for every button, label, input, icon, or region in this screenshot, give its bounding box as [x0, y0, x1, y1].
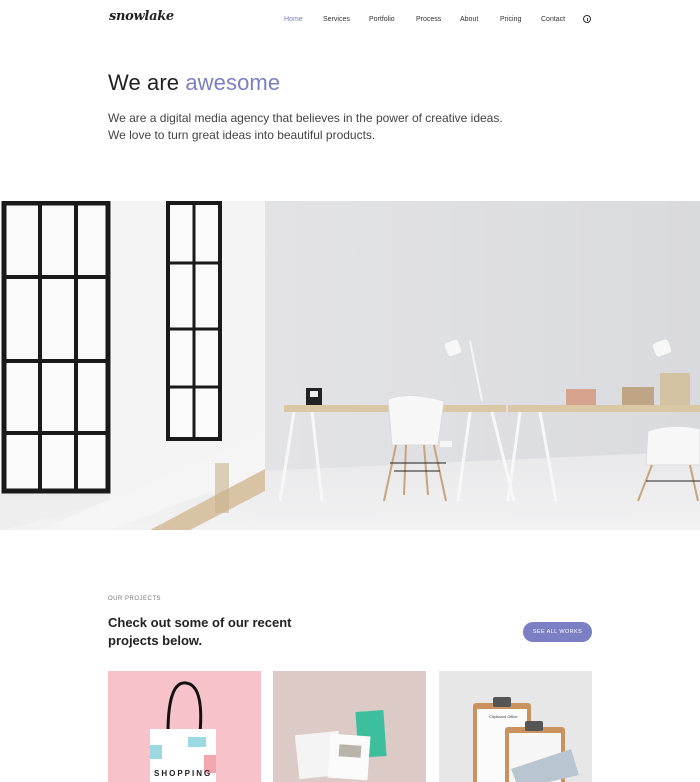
projects-title: Check out some of our recent projects be…	[108, 615, 292, 648]
brand-logo[interactable]: snowlake	[109, 9, 174, 24]
nav-links: Home Services Portfolio Process About Pr…	[284, 16, 581, 23]
top-navbar: snowlake Home Services Portfolio Process…	[0, 0, 700, 40]
hero-title-prefix: We are	[108, 70, 180, 95]
nav-item-contact[interactable]: Contact	[541, 16, 581, 23]
see-all-works-button[interactable]: SEE ALL WORKS	[523, 622, 592, 642]
nav-item-pricing[interactable]: Pricing	[500, 16, 541, 23]
project-card-books[interactable]	[273, 671, 426, 782]
books-illustration	[294, 710, 387, 781]
shopping-bag-illustration	[150, 681, 216, 782]
clipboard-illustration	[473, 697, 579, 782]
project-card-clipboard[interactable]: Clipboard Office	[439, 671, 592, 782]
left-window	[0, 201, 112, 494]
nav-item-about[interactable]: About	[460, 16, 500, 23]
nav-item-portfolio[interactable]: Portfolio	[369, 16, 416, 23]
project-card-shopping[interactable]: SHOPPING	[108, 671, 261, 782]
shopping-caption: SHOPPING	[154, 769, 213, 778]
office-illustration	[0, 201, 700, 530]
hero-office-image	[0, 201, 700, 530]
clipboard-caption: Clipboard Office	[489, 714, 518, 719]
nav-item-services[interactable]: Services	[323, 16, 369, 23]
nav-item-home[interactable]: Home	[284, 16, 323, 23]
projects-eyebrow: OUR PROJECTS	[108, 596, 162, 602]
hero-description: We are a digital media agency that belie…	[108, 111, 503, 142]
hero-title-accent: awesome	[185, 70, 281, 95]
right-window	[166, 201, 222, 441]
hero-title: We are awesome	[108, 70, 280, 96]
info-circle-icon[interactable]	[583, 15, 591, 23]
nav-item-process[interactable]: Process	[416, 16, 460, 23]
